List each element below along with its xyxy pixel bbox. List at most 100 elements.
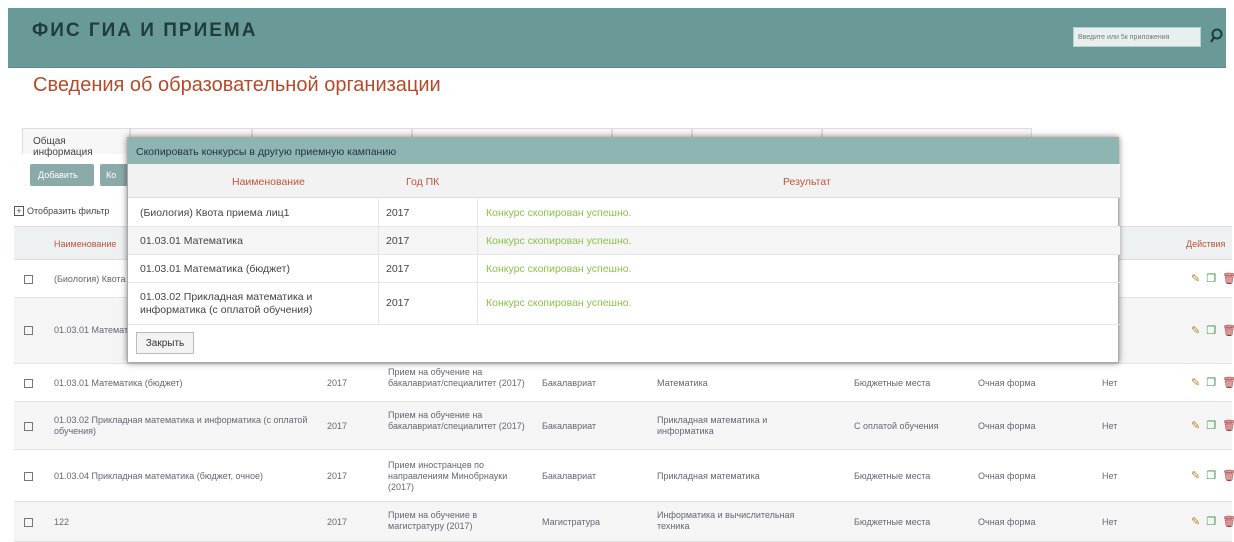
dialog-row-year: 2017: [386, 235, 410, 247]
row-name[interactable]: 01.03.02 Прикладная математика и информа…: [54, 415, 314, 437]
row-level: Бакалавриат: [542, 421, 597, 431]
dialog-row-result: Конкурс скопирован успешно.: [486, 297, 632, 309]
row-form: Очная форма: [978, 378, 1036, 388]
row-direction: Прикладная математика и информатика: [657, 415, 768, 436]
dialog-table-header: Наименование Год ПК Результат: [128, 164, 1120, 198]
row-year: 2017: [327, 421, 348, 431]
search-input[interactable]: [1073, 27, 1201, 47]
delete-icon[interactable]: 🗑: [1222, 469, 1234, 482]
row-actions: ✎ ❐ 🗑: [1191, 376, 1234, 389]
table-row: 122 2017 Прием на обучение в магистратур…: [14, 502, 1234, 542]
row-name[interactable]: 01.03.01 Математика (бюджет): [54, 378, 183, 389]
close-button[interactable]: Закрыть: [136, 332, 194, 354]
delete-icon[interactable]: 🗑: [1222, 376, 1234, 389]
row-source: Бюджетные места: [854, 378, 931, 388]
edit-icon[interactable]: ✎: [1191, 272, 1200, 285]
row-campaign: Прием на обучение на бакалавриат/специал…: [388, 367, 525, 388]
copy-icon[interactable]: ❐: [1206, 272, 1216, 285]
row-level: Бакалавриат: [542, 471, 597, 481]
col-actions-header: Действия: [1186, 239, 1226, 249]
dialog-row-name: 01.03.01 Математика: [140, 235, 243, 247]
dialog-row: 01.03.02 Прикладная математика и информа…: [128, 283, 1120, 325]
copy-icon[interactable]: ❐: [1206, 515, 1216, 528]
search-button[interactable]: [1206, 23, 1230, 49]
page-title: Сведения об образовательной организации: [33, 74, 441, 96]
dialog-row-result: Конкурс скопирован успешно.: [486, 207, 632, 219]
delete-icon[interactable]: 🗑: [1222, 324, 1234, 337]
row-year: 2017: [327, 517, 348, 527]
dialog-row-year: 2017: [386, 207, 410, 219]
row-level: Магистратура: [542, 517, 600, 527]
row-checkbox[interactable]: [24, 422, 33, 431]
toolbar-button-2[interactable]: Ко: [100, 164, 130, 186]
dialog-col-year: Год ПК: [406, 176, 440, 188]
edit-icon[interactable]: ✎: [1191, 324, 1200, 337]
row-actions: ✎ ❐ 🗑: [1191, 419, 1234, 432]
filter-label: Отобразить фильтр: [27, 206, 110, 216]
copy-competitions-dialog: Скопировать конкурсы в другую приемную к…: [127, 137, 1120, 363]
row-form: Очная форма: [978, 517, 1036, 527]
dialog-col-name: Наименование: [232, 176, 305, 188]
row-year: 2017: [327, 471, 348, 481]
dialog-row-year: 2017: [386, 297, 410, 309]
table-row: 01.03.02 Прикладная математика и информа…: [14, 402, 1234, 450]
dialog-row-name: 01.03.02 Прикладная математика и информа…: [140, 291, 313, 316]
row-actions: ✎ ❐ 🗑: [1191, 515, 1234, 528]
row-checkbox[interactable]: [24, 472, 33, 481]
dialog-row-name: (Биология) Квота приема лиц1: [140, 207, 290, 219]
row-name[interactable]: 01.03.04 Прикладная математика (бюджет, …: [54, 471, 263, 482]
edit-icon[interactable]: ✎: [1191, 376, 1200, 389]
copy-icon[interactable]: ❐: [1206, 376, 1216, 389]
row-actions: ✎ ❐ 🗑: [1191, 324, 1234, 337]
row-level: Бакалавриат: [542, 378, 597, 388]
dialog-title: Скопировать конкурсы в другую приемную к…: [128, 138, 1118, 164]
dialog-row: 01.03.01 Математика 2017 Конкурс скопиро…: [128, 227, 1120, 255]
copy-icon[interactable]: ❐: [1206, 469, 1216, 482]
delete-icon[interactable]: 🗑: [1222, 272, 1234, 285]
dialog-row-year: 2017: [386, 263, 410, 275]
row-flag: Нет: [1102, 517, 1118, 527]
row-source: С оплатой обучения: [854, 421, 939, 431]
search-icon: [1210, 28, 1223, 43]
row-year: 2017: [327, 378, 348, 388]
row-source: Бюджетные места: [854, 517, 931, 527]
row-form: Очная форма: [978, 471, 1036, 481]
edit-icon[interactable]: ✎: [1191, 419, 1200, 432]
row-direction: Математика: [657, 378, 708, 388]
row-campaign: Прием иностранцев по направлениям Минобр…: [388, 460, 508, 492]
edit-icon[interactable]: ✎: [1191, 469, 1200, 482]
copy-icon[interactable]: ❐: [1206, 419, 1216, 432]
row-flag: Нет: [1102, 471, 1118, 481]
row-direction: Информатика и вычислительная техника: [657, 510, 795, 531]
row-actions: ✎ ❐ 🗑: [1191, 272, 1234, 285]
delete-icon[interactable]: 🗑: [1222, 515, 1234, 528]
page: ФИС ГИА И ПРИЕМА Сведения об образовател…: [0, 0, 1234, 542]
dialog-row: (Биология) Квота приема лиц1 2017 Конкур…: [128, 199, 1120, 227]
tab-general[interactable]: Общая информация: [22, 128, 130, 158]
expand-icon: +: [14, 206, 24, 216]
row-campaign: Прием на обучение на бакалавриат/специал…: [388, 410, 525, 431]
row-checkbox[interactable]: [24, 379, 33, 388]
row-flag: Нет: [1102, 378, 1118, 388]
app-title: ФИС ГИА И ПРИЕМА: [32, 20, 258, 41]
top-header: ФИС ГИА И ПРИЕМА: [8, 8, 1226, 68]
edit-icon[interactable]: ✎: [1191, 515, 1200, 528]
dialog-col-result: Результат: [783, 176, 831, 188]
row-checkbox[interactable]: [24, 518, 33, 527]
row-checkbox[interactable]: [24, 275, 33, 284]
row-direction: Прикладная математика: [657, 471, 760, 481]
dialog-row-result: Конкурс скопирован успешно.: [486, 235, 632, 247]
filter-toggle[interactable]: + Отобразить фильтр: [14, 206, 109, 216]
row-campaign: Прием на обучение в магистратуру (2017): [388, 510, 478, 531]
row-name[interactable]: 122: [54, 517, 69, 528]
copy-icon[interactable]: ❐: [1206, 324, 1216, 337]
col-name-header[interactable]: Наименование: [54, 239, 116, 249]
row-source: Бюджетные места: [854, 471, 931, 481]
dialog-row-result: Конкурс скопирован успешно.: [486, 263, 632, 275]
add-button[interactable]: Добавить: [30, 164, 94, 186]
table-row: 01.03.01 Математика (бюджет) 2017 Прием …: [14, 364, 1234, 402]
delete-icon[interactable]: 🗑: [1222, 419, 1234, 432]
row-checkbox[interactable]: [24, 326, 33, 335]
row-flag: Нет: [1102, 421, 1118, 431]
row-form: Очная форма: [978, 421, 1036, 431]
